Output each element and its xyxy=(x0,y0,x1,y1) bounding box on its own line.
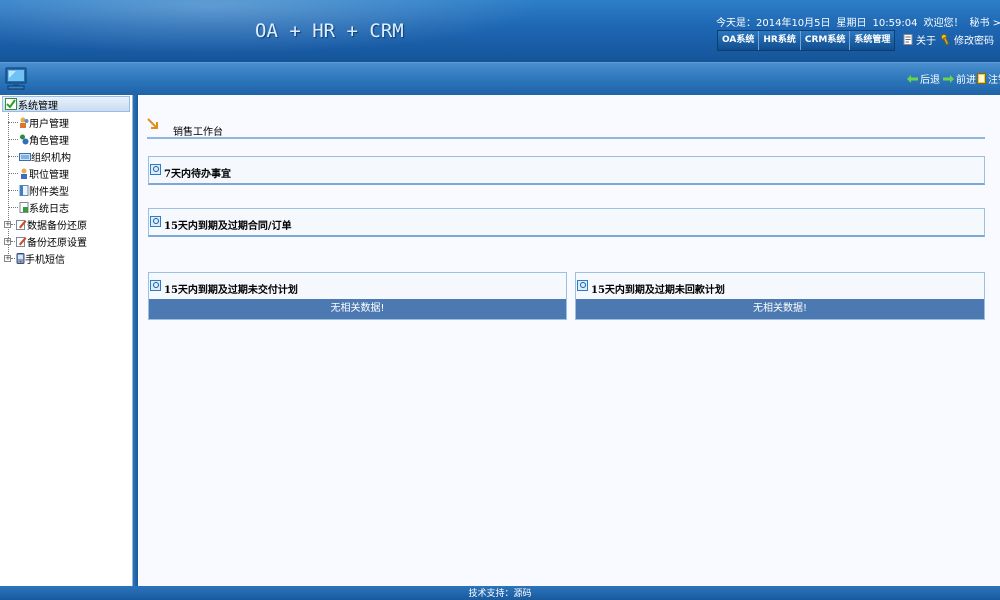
arrow-left-icon xyxy=(907,74,918,83)
change-password-link[interactable]: 修改密码 xyxy=(941,32,994,47)
backup-settings-icon xyxy=(16,237,27,247)
tab-hr-system[interactable]: HR系统 xyxy=(758,31,800,50)
weekday-text: 星期日 xyxy=(836,18,867,29)
users-icon xyxy=(20,117,29,128)
panel-7day-todo: 7天内待办事宜 xyxy=(148,156,985,185)
search-icon[interactable] xyxy=(577,280,588,291)
back-label: 后退 xyxy=(920,75,940,86)
panel-15day-undelivered: 15天内到期及过期未交付计划 无相关数据! xyxy=(148,272,567,320)
sidebar-item-user-management[interactable]: 用户管理 xyxy=(8,115,69,130)
sms-icon xyxy=(16,253,25,264)
panel-title: 7天内待办事宜 xyxy=(164,169,231,180)
about-link[interactable]: 关于 xyxy=(903,32,936,47)
checkbox-icon xyxy=(5,98,17,110)
system-tabs: OA系统 HR系统 CRM系统 系统管理 xyxy=(717,30,896,51)
app-title: OA + HR + CRM xyxy=(255,20,404,42)
welcome-text: 欢迎您！ xyxy=(923,18,964,29)
tree-branch xyxy=(8,173,18,174)
empty-data-message: 无相关数据! xyxy=(149,299,566,319)
forward-label: 前进 xyxy=(956,75,976,86)
sidebar-item-system-log[interactable]: 系统日志 xyxy=(8,200,69,215)
panel-title: 15天内到期及过期未交付计划 xyxy=(164,285,298,296)
sidebar-item-label: 数据备份还原 xyxy=(27,221,87,232)
date-info: 今天是：2014年10月5日星期日 10:59:04 欢迎您！ 秘书 > 管理员 xyxy=(716,14,1000,29)
page-title: 销售工作台 xyxy=(173,127,223,138)
sidebar-item-label: 手机短信 xyxy=(25,255,65,266)
footer-text: 技术支持：源码 xyxy=(468,589,532,599)
tree-branch xyxy=(8,207,18,208)
forward-button[interactable]: 前进 xyxy=(943,71,976,86)
panel-header: 7天内待办事宜 xyxy=(150,159,231,180)
position-icon xyxy=(21,168,27,179)
sidebar-item-label: 角色管理 xyxy=(29,136,69,147)
panel-title: 15天内到期及过期合同/订单 xyxy=(164,221,292,232)
sidebar-item-position-management[interactable]: 职位管理 xyxy=(8,166,69,181)
tree-branch xyxy=(8,190,18,191)
sidebar-item-organization[interactable]: 组织机构 xyxy=(8,149,71,164)
org-icon xyxy=(19,152,31,161)
tree-branch xyxy=(11,258,15,259)
tab-crm-system[interactable]: CRM系统 xyxy=(799,31,850,50)
logout-label: 注销 xyxy=(988,75,1000,86)
document-icon xyxy=(903,34,913,45)
logout-icon xyxy=(977,73,986,84)
panel-header: 15天内到期及过期未交付计划 xyxy=(150,275,298,296)
toolbar: 后退 前进 注销 xyxy=(0,62,1000,95)
sidebar-item-label: 组织机构 xyxy=(31,153,71,164)
logout-button[interactable]: 注销 xyxy=(977,71,1000,86)
tab-oa-system[interactable]: OA系统 xyxy=(718,31,759,50)
log-icon xyxy=(19,202,29,213)
search-icon[interactable] xyxy=(150,164,161,175)
sidebar-item-label: 用户管理 xyxy=(29,119,69,130)
panel-header: 15天内到期及过期合同/订单 xyxy=(150,211,292,232)
panel-title: 15天内到期及过期未回款计划 xyxy=(591,285,725,296)
sidebar-item-label: 附件类型 xyxy=(29,187,69,198)
sidebar: 系统管理 用户管理 角色管理 组织机构 职位管理 附件类型 系统日志 + 数据备… xyxy=(0,95,133,586)
arrow-right-icon xyxy=(943,74,954,83)
top-banner: OA + HR + CRM 今天是：2014年10月5日 星期日 10:59:04 欢… xyxy=(0,0,1000,62)
panel-header: 15天内到期及过期未回款计划 xyxy=(577,275,725,296)
expand-icon[interactable]: + xyxy=(4,238,11,245)
expand-icon[interactable]: + xyxy=(4,255,11,262)
panel-15day-contracts: 15天内到期及过期合同/订单 xyxy=(148,208,985,237)
panel-15day-unpaid: 15天内到期及过期未回款计划 无相关数据! xyxy=(575,272,985,320)
tree-branch xyxy=(11,241,15,242)
search-icon[interactable] xyxy=(150,280,161,291)
roles-icon xyxy=(20,134,29,145)
tree-root-label: 系统管理 xyxy=(18,100,58,112)
key-icon xyxy=(941,34,950,45)
tree-branch xyxy=(8,139,18,140)
tree-root-system-admin[interactable]: 系统管理 xyxy=(2,96,130,112)
main-content: 销售工作台 7天内待办事宜 15天内到期及过期合同/订单 15天内到期及过期未交… xyxy=(138,95,1000,586)
sidebar-item-label: 系统日志 xyxy=(29,204,69,215)
footer: 技术支持：源码 xyxy=(0,586,1000,600)
empty-data-message: 无相关数据! xyxy=(576,299,984,319)
tree-branch xyxy=(11,224,15,225)
change-password-label: 修改密码 xyxy=(954,36,994,47)
tree-branch xyxy=(8,122,18,123)
expand-icon[interactable]: + xyxy=(4,221,11,228)
time-text: 10:59:04 xyxy=(872,18,918,29)
computer-icon xyxy=(5,67,27,90)
sidebar-item-data-backup-restore[interactable]: + 数据备份还原 xyxy=(4,217,87,232)
search-icon[interactable] xyxy=(150,216,161,227)
sidebar-item-label: 备份还原设置 xyxy=(27,238,87,249)
sidebar-item-label: 职位管理 xyxy=(29,170,69,181)
attachment-icon xyxy=(19,185,29,196)
title-divider xyxy=(147,137,985,139)
about-label: 关于 xyxy=(916,36,936,47)
date-text: 今天是：2014年10月5日 xyxy=(716,18,831,29)
tree-branch xyxy=(8,156,18,157)
tab-system-admin[interactable]: 系统管理 xyxy=(849,31,895,50)
sidebar-item-backup-settings[interactable]: + 备份还原设置 xyxy=(4,234,87,249)
arrow-down-right-icon xyxy=(147,118,158,129)
sidebar-item-mobile-sms[interactable]: + 手机短信 xyxy=(4,251,65,266)
sidebar-item-attachment-types[interactable]: 附件类型 xyxy=(8,183,69,198)
sidebar-item-role-management[interactable]: 角色管理 xyxy=(8,132,69,147)
user-role-text: 秘书 > 管理员 xyxy=(969,18,1000,29)
backup-icon xyxy=(16,220,27,230)
back-button[interactable]: 后退 xyxy=(907,71,940,86)
